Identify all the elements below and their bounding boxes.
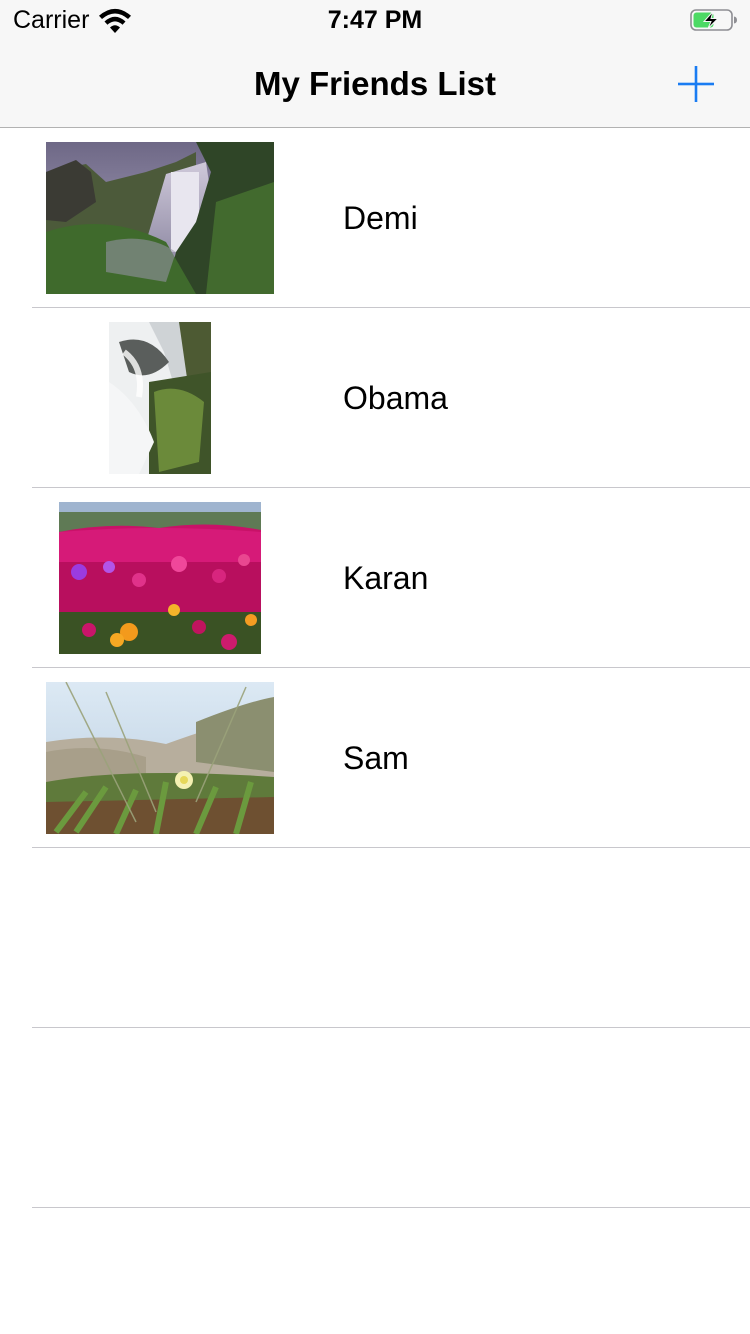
friend-name: Obama	[343, 380, 448, 416]
status-time: 7:47 PM	[327, 6, 423, 34]
friends-list: Demi Obama Karan Sam	[0, 128, 750, 1208]
friend-row-demi[interactable]: Demi	[0, 128, 750, 308]
beach-grass-flower-photo	[46, 682, 274, 834]
empty-row	[0, 848, 750, 1028]
friend-row-sam[interactable]: Sam	[0, 668, 750, 848]
waterfall-cliff-photo	[46, 142, 274, 294]
waterfall-rocks-photo	[109, 322, 211, 474]
pink-flowers-photo	[59, 502, 261, 654]
page-title: My Friends List	[253, 65, 497, 102]
friend-row-karan[interactable]: Karan	[0, 488, 750, 668]
friend-row-obama[interactable]: Obama	[0, 308, 750, 488]
screen: Carrier 7:47 PM My Friends List Demi Oba…	[0, 0, 750, 1334]
add-friend-button[interactable]	[674, 62, 718, 106]
friend-name: Demi	[343, 200, 418, 236]
top-bar: Carrier 7:47 PM My Friends List	[0, 0, 750, 128]
friend-name: Sam	[343, 740, 409, 776]
empty-row	[0, 1028, 750, 1208]
friend-name: Karan	[343, 560, 429, 596]
plus-icon	[678, 66, 714, 102]
battery-charging-icon	[690, 9, 737, 31]
